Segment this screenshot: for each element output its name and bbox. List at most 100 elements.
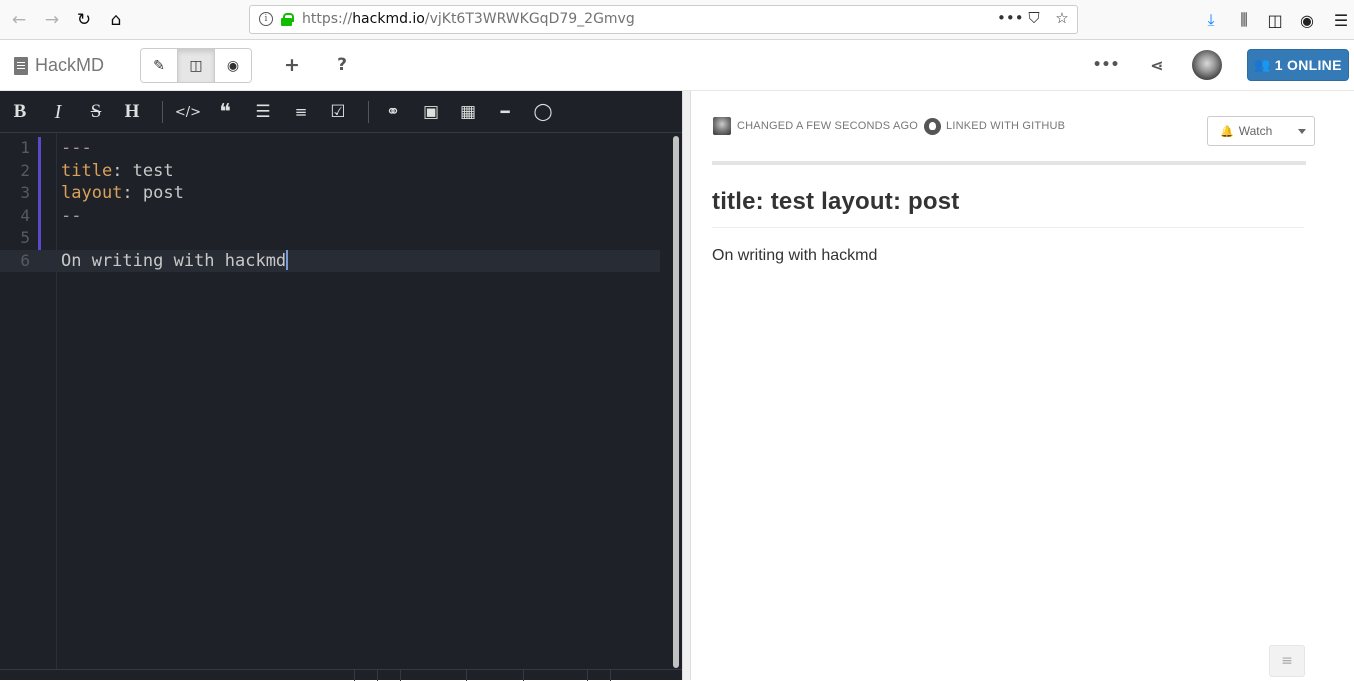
code-line[interactable]: 5 — [0, 227, 660, 250]
more-menu-button[interactable]: ••• — [1091, 51, 1121, 79]
chevron-down-icon — [1298, 129, 1306, 134]
site-info-icon[interactable]: i — [259, 12, 273, 26]
download-icon[interactable]: ⤓ — [1198, 6, 1224, 34]
library-icon[interactable]: ⫼ — [1231, 6, 1257, 34]
toolbar-divider — [162, 101, 163, 123]
comment-icon[interactable]: ◯ — [529, 99, 557, 125]
yaml-sep: : — [122, 183, 143, 203]
code-line[interactable]: 2 title: test — [0, 160, 660, 183]
preview-pane: CHANGED A FEW SECONDS AGO LINKED WITH GI… — [691, 91, 1354, 680]
github-icon — [924, 117, 942, 135]
page-actions-icon[interactable]: ••• — [997, 9, 1024, 27]
edit-mode-button[interactable]: ✎ — [141, 49, 178, 82]
image-icon[interactable]: ▣ — [417, 99, 445, 125]
doc-meta: CHANGED A FEW SECONDS AGO LINKED WITH GI… — [713, 117, 1065, 135]
browser-toolbar: ← → ↻ ⌂ i https://hackmd.io/vjKt6T3WRWKG… — [0, 0, 1354, 40]
line-number: 5 — [20, 228, 30, 247]
editor-scrollbar[interactable] — [673, 136, 679, 668]
user-avatar[interactable] — [1192, 50, 1222, 80]
code-line[interactable]: 1 --- — [0, 137, 660, 160]
ellipsis-icon: ••• — [1092, 57, 1120, 73]
code-editor[interactable]: 1 --- 2 title: test 3 layout: post 4 -- … — [0, 137, 660, 272]
pocket-icon[interactable]: ⛉ — [1025, 9, 1043, 27]
changed-label: CHANGED A FEW SECONDS AGO — [737, 120, 919, 132]
code-icon[interactable]: </> — [174, 99, 202, 125]
share-icon: ⋖ — [1150, 55, 1164, 75]
line-number: 1 — [20, 138, 30, 157]
italic-button[interactable]: I — [44, 99, 72, 125]
strikethrough-button[interactable]: S — [82, 99, 110, 125]
forward-icon[interactable]: → — [38, 6, 66, 34]
quote-icon[interactable]: ❝ — [211, 99, 239, 125]
url-host: hackmd.io — [352, 11, 425, 27]
url-prefix: https:// — [302, 11, 353, 27]
heading-button[interactable]: H — [118, 99, 146, 125]
menu-icon[interactable]: ☰ — [1328, 6, 1354, 34]
online-users-button[interactable]: 👥 1 ONLINE — [1247, 49, 1349, 81]
home-icon[interactable]: ⌂ — [102, 6, 130, 34]
author-avatar[interactable] — [713, 117, 731, 135]
bold-button[interactable]: B — [6, 99, 34, 125]
editor-status-bar — [0, 669, 682, 681]
view-mode-group: ✎ ◫ ◉ — [140, 48, 252, 83]
linked-label: LINKED WITH GITHUB — [946, 120, 1066, 132]
sidebar-icon[interactable]: ◫ — [1262, 6, 1288, 34]
meta-divider — [712, 161, 1306, 165]
link-icon[interactable]: ⚭ — [379, 99, 407, 125]
split-mode-button[interactable]: ◫ — [178, 49, 215, 82]
code-line[interactable]: 3 layout: post — [0, 182, 660, 205]
horizontal-rule-icon[interactable]: ━ — [491, 99, 519, 125]
line-number: 4 — [20, 205, 30, 225]
line-text: On writing with hackmd — [61, 250, 287, 271]
line-number: 3 — [20, 183, 30, 202]
plus-icon: + — [284, 54, 300, 76]
pencil-icon: ✎ — [153, 57, 165, 74]
list-icon: ≡ — [1281, 653, 1293, 669]
numbered-list-icon[interactable]: ≡ — [287, 99, 315, 125]
line-text: layout: post — [61, 182, 184, 205]
bell-icon: 🔔 — [1220, 124, 1234, 138]
doc-heading: title: test layout: post — [712, 188, 1304, 228]
checkbox-icon[interactable]: ☑ — [324, 99, 352, 125]
share-button[interactable]: ⋖ — [1142, 51, 1172, 79]
back-icon[interactable]: ← — [5, 6, 33, 34]
line-number: 6 — [20, 250, 30, 270]
new-note-button[interactable]: + — [277, 51, 307, 79]
line-text: title: test — [61, 160, 174, 183]
yaml-sep: : — [112, 160, 133, 181]
table-icon[interactable]: ▦ — [454, 99, 482, 125]
toc-toggle-button[interactable]: ≡ — [1269, 645, 1305, 677]
columns-icon: ◫ — [189, 57, 203, 74]
watch-button[interactable]: 🔔 Watch — [1207, 116, 1315, 146]
help-button[interactable]: ? — [327, 51, 357, 79]
line-text: --- — [61, 138, 92, 158]
bookmark-star-icon[interactable]: ☆ — [1053, 9, 1071, 27]
url-path: /vjKt6T3WRWKGqD79_2Gmvg — [424, 11, 635, 27]
yaml-key: title — [61, 160, 113, 181]
url-text[interactable]: https://hackmd.io/vjKt6T3WRWKGqD79_2Gmvg — [302, 11, 635, 27]
editor-pane: B I S H </> ❝ ☰ ≡ ☑ ⚭ ▣ ▦ ━ ◯ 1 --- 2 ti… — [0, 91, 682, 681]
brand-link[interactable]: HackMD — [14, 55, 104, 76]
bullet-list-icon[interactable]: ☰ — [249, 99, 277, 125]
file-icon — [14, 56, 28, 75]
editor-toolbar: B I S H </> ❝ ☰ ≡ ☑ ⚭ ▣ ▦ ━ ◯ — [0, 91, 682, 133]
view-mode-button[interactable]: ◉ — [215, 49, 251, 82]
account-icon[interactable]: ◉ — [1294, 6, 1320, 34]
url-bar[interactable]: i https://hackmd.io/vjKt6T3WRWKGqD79_2Gm… — [249, 5, 1078, 34]
doc-paragraph: On writing with hackmd — [712, 247, 878, 264]
brand-label: HackMD — [35, 55, 105, 75]
watch-label: Watch — [1238, 124, 1273, 138]
reload-icon[interactable]: ↻ — [70, 6, 98, 34]
app-navbar: HackMD ✎ ◫ ◉ + ? ••• ⋖ 👥 1 ONLINE — [0, 40, 1354, 91]
yaml-value: post — [142, 183, 184, 203]
line-number: 2 — [20, 160, 30, 180]
toolbar-divider — [368, 101, 369, 123]
code-line[interactable]: 4 -- — [0, 205, 660, 228]
code-line-current[interactable]: 6 On writing with hackmd — [0, 249, 660, 272]
line-text: -- — [61, 205, 82, 226]
question-icon: ? — [337, 55, 347, 75]
yaml-value: test — [132, 160, 174, 181]
yaml-key: layout — [61, 183, 123, 203]
pane-splitter[interactable] — [682, 91, 691, 680]
users-icon: 👥 — [1254, 57, 1271, 73]
